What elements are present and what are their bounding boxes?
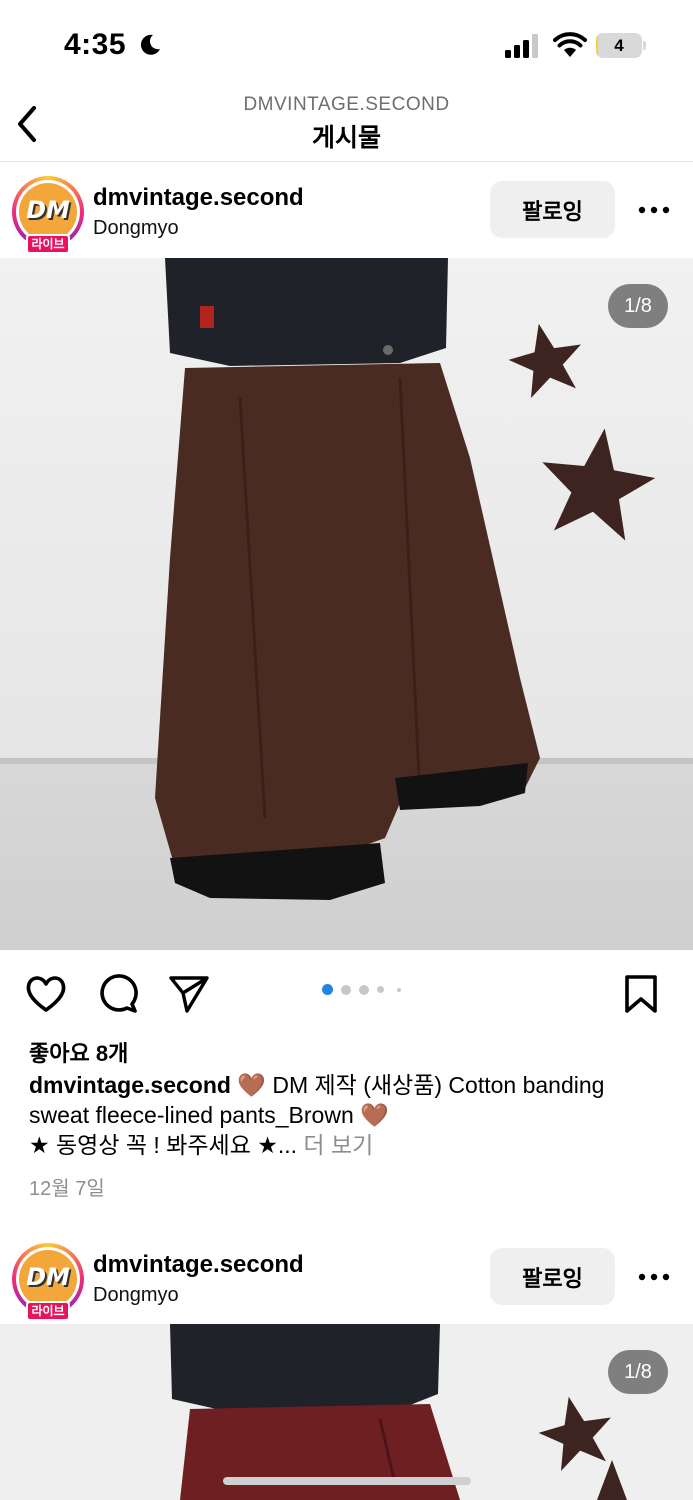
carousel-dot	[377, 986, 384, 993]
image-counter: 1/8	[608, 1350, 668, 1394]
avatar-logo-text: DM	[26, 1263, 70, 1291]
avatar-logo: DM	[19, 183, 77, 241]
jacket-button	[383, 345, 393, 355]
bookmark-icon[interactable]	[624, 974, 658, 1014]
post-image[interactable]: 1/8	[0, 1324, 693, 1500]
post-username[interactable]: dmvintage.second	[93, 184, 304, 212]
image-counter: 1/8	[608, 284, 668, 328]
pants	[180, 1404, 460, 1500]
status-bar: 4:35 4	[0, 0, 693, 90]
post-header: DM 라이브 dmvintage.second Dongmyo 팔로잉	[0, 1229, 693, 1324]
post-location[interactable]: Dongmyo	[93, 217, 179, 240]
carousel-dot	[359, 984, 369, 995]
avatar-logo: DM	[19, 1250, 77, 1308]
post-actions	[0, 950, 693, 1040]
carousel-dot	[341, 984, 351, 995]
post-caption: dmvintage.second 🤎 DM 제작 (새상품) Cotton ba…	[29, 1070, 669, 1160]
avatar[interactable]: DM 라이브	[12, 1243, 84, 1321]
jacket-tag	[200, 306, 214, 328]
comment-icon[interactable]	[98, 974, 138, 1014]
battery-cap	[643, 41, 646, 50]
post-photo	[0, 1324, 693, 1500]
status-time: 4:35	[64, 28, 127, 61]
nav-subtitle: DMVINTAGE.SECOND	[243, 94, 450, 115]
more-horizontal-icon[interactable]	[638, 1272, 670, 1282]
post-header: DM 라이브 dmvintage.second Dongmyo 팔로잉	[0, 162, 693, 257]
caption-text-line2: ★ 동영상 꼭 ! 봐주세요 ★...	[29, 1132, 298, 1158]
jacket	[170, 1324, 440, 1412]
carousel-dot-active	[322, 984, 333, 995]
more-horizontal-icon[interactable]	[638, 205, 670, 215]
avatar-logo-text: DM	[26, 196, 70, 224]
nav-bar: DMVINTAGE.SECOND 게시물	[0, 90, 693, 162]
page-title: 게시물	[311, 124, 381, 152]
paper-plane-icon[interactable]	[168, 974, 210, 1014]
live-badge: 라이브	[26, 234, 70, 254]
like-count[interactable]: 좋아요 8개	[29, 1036, 128, 1068]
battery-indicator: 4	[596, 33, 646, 58]
heart-icon[interactable]	[25, 974, 67, 1014]
following-button[interactable]: 팔로잉	[490, 1248, 615, 1305]
live-badge: 라이브	[26, 1301, 70, 1321]
carousel-dot	[397, 987, 401, 992]
post-photo	[0, 258, 693, 950]
caption-username[interactable]: dmvintage.second	[29, 1072, 231, 1098]
battery-level: 4	[614, 36, 624, 55]
home-indicator[interactable]	[223, 1477, 471, 1485]
moon-icon	[140, 34, 160, 55]
signal-icon	[505, 34, 538, 58]
avatar[interactable]: DM 라이브	[12, 176, 84, 254]
post-image[interactable]: 1/8	[0, 258, 693, 950]
post-location[interactable]: Dongmyo	[93, 1284, 179, 1307]
following-button[interactable]: 팔로잉	[490, 181, 615, 238]
more-link[interactable]: 더 보기	[297, 1132, 373, 1158]
wifi-icon	[553, 32, 587, 57]
post-username[interactable]: dmvintage.second	[93, 1251, 304, 1279]
post-date: 12월 7일	[29, 1178, 105, 1200]
